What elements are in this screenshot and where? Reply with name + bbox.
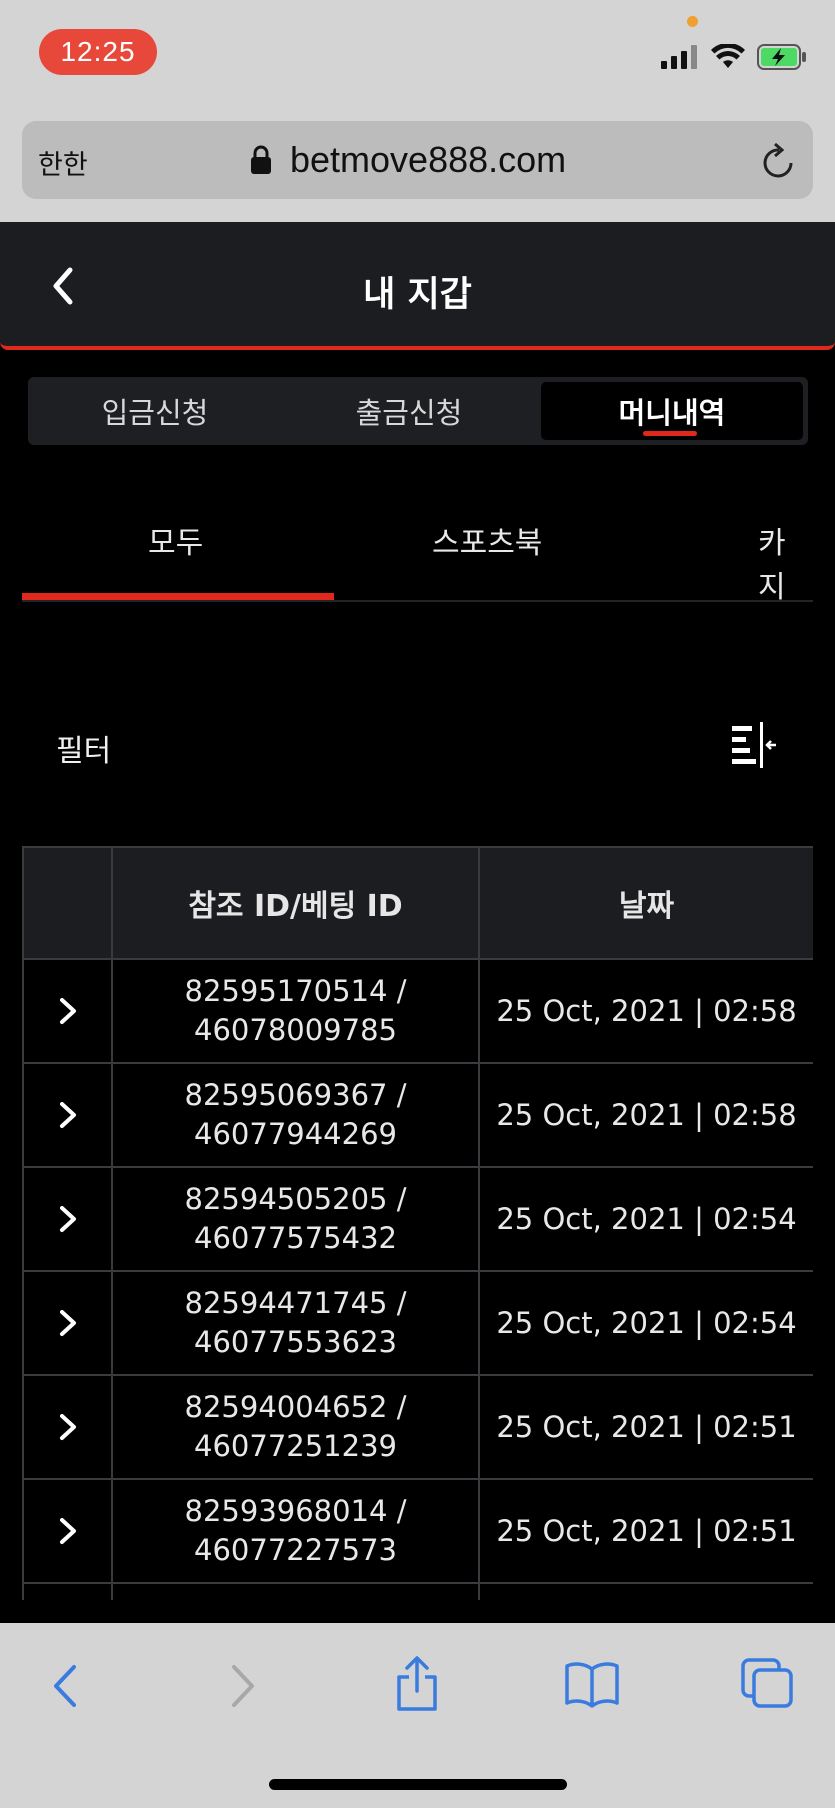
- column-header-expand: [22, 846, 113, 960]
- reference-id-cell: 82594471745 / 46077553623: [111, 1270, 480, 1376]
- segment-money-history[interactable]: 머니내역: [541, 382, 803, 440]
- table-row[interactable]: 82595170514 / 46078009785 25 Oct, 2021 | 0…: [22, 958, 813, 1064]
- tab-sportsbook[interactable]: 스포츠북: [432, 518, 542, 562]
- column-header-reference-id: 참조 ID/베팅 ID: [111, 846, 480, 960]
- chevron-right-icon[interactable]: [25, 1100, 110, 1130]
- lock-icon: [250, 145, 272, 179]
- battery-icon: [757, 44, 807, 74]
- chevron-right-icon[interactable]: [25, 1204, 110, 1234]
- row-expand-cell[interactable]: [22, 1270, 113, 1376]
- reference-id-cell: 82595069367 / 46077944269: [111, 1062, 480, 1168]
- row-expand-cell[interactable]: [22, 1374, 113, 1480]
- table-row[interactable]: 82594471745 / 46077553623 25 Oct, 2021 | 0…: [22, 1270, 813, 1376]
- url-text[interactable]: betmove888.com: [290, 139, 566, 181]
- table-row[interactable]: 82594505205 / 46077575432 25 Oct, 2021 | 0…: [22, 1166, 813, 1272]
- wallet-segment-control: 입금신청 출금신청 머니내역: [28, 377, 808, 445]
- reference-id-cell: 82595170514 / 46078009785: [111, 958, 480, 1064]
- bet-id: 46077944269: [194, 1117, 397, 1151]
- category-tabs: 모두 스포츠북 카지: [22, 490, 813, 602]
- forward-icon[interactable]: [226, 1661, 260, 1715]
- row-expand-cell[interactable]: [22, 958, 113, 1064]
- reference-id-cell: [111, 1582, 480, 1600]
- date-cell: 25 Oct, 2021 | 02:58: [478, 958, 813, 1064]
- column-header-date: 날짜: [478, 846, 813, 960]
- privacy-indicator-dot: [687, 16, 698, 27]
- row-expand-cell[interactable]: [22, 1582, 113, 1600]
- table-row[interactable]: 82595069367 / 46077944269 25 Oct, 2021 | 0…: [22, 1062, 813, 1168]
- filter-label: 필터: [56, 734, 112, 769]
- table-row[interactable]: 82593968014 / 46077227573 25 Oct, 2021 | 0…: [22, 1478, 813, 1584]
- date-cell: 25 Oct, 2021 | 02:54: [478, 1270, 813, 1376]
- table-row[interactable]: 82594004652 / 46077251239 25 Oct, 2021 | 0…: [22, 1374, 813, 1480]
- date-cell: [478, 1582, 813, 1600]
- signal-icon: [661, 45, 699, 73]
- reload-icon[interactable]: [761, 141, 797, 185]
- reference-id: 82593968014 /: [184, 1494, 407, 1528]
- tabs-icon[interactable]: [740, 1657, 794, 1713]
- bet-id: 46078009785: [194, 1013, 397, 1047]
- reference-id-cell: 82594505205 / 46077575432: [111, 1166, 480, 1272]
- row-expand-cell[interactable]: [22, 1062, 113, 1168]
- reference-id-cell: 82593968014 / 46077227573: [111, 1478, 480, 1584]
- reference-id: 82595170514 /: [184, 974, 407, 1008]
- segment-money-history-label: 머니내역: [618, 396, 726, 430]
- segment-active-underline: [643, 431, 697, 436]
- tab-active-indicator: [22, 593, 334, 600]
- bookmarks-icon[interactable]: [564, 1661, 620, 1713]
- bet-id: 46077553623: [194, 1325, 397, 1359]
- date-cell: 25 Oct, 2021 | 02:51: [478, 1374, 813, 1480]
- wifi-icon: [711, 42, 745, 74]
- filter-icon[interactable]: [730, 722, 778, 772]
- back-icon[interactable]: [48, 1661, 82, 1715]
- reference-id: 82594471745 /: [184, 1286, 407, 1320]
- chevron-right-icon[interactable]: [25, 996, 110, 1026]
- date-cell: 25 Oct, 2021 | 02:51: [478, 1478, 813, 1584]
- date-cell: 25 Oct, 2021 | 02:58: [478, 1062, 813, 1168]
- reference-id: 82595069367 /: [184, 1078, 407, 1112]
- bet-id: 46077251239: [194, 1429, 397, 1463]
- share-icon[interactable]: [393, 1655, 441, 1717]
- date-cell: 25 Oct, 2021 | 02:54: [478, 1166, 813, 1272]
- address-bar[interactable]: 한한 betmove888.com: [22, 121, 813, 199]
- reference-id: 82594505205 /: [184, 1182, 407, 1216]
- table-header-row: 참조 ID/베팅 ID 날짜: [22, 846, 813, 960]
- bet-id: 46077575432: [194, 1221, 397, 1255]
- chevron-right-icon[interactable]: [25, 1516, 110, 1546]
- segment-withdraw-request[interactable]: 출금신청: [282, 377, 536, 445]
- bet-id: 46077227573: [194, 1533, 397, 1567]
- status-icons: [661, 42, 807, 74]
- row-expand-cell[interactable]: [22, 1166, 113, 1272]
- reference-id: 82594004652 /: [184, 1390, 407, 1424]
- table-row[interactable]: [22, 1582, 813, 1600]
- home-indicator: [269, 1779, 567, 1790]
- tab-all[interactable]: 모두: [148, 518, 203, 562]
- money-history-table: 참조 ID/베팅 ID 날짜 82595170514 / 46078009785 2…: [22, 846, 813, 1600]
- page-title: 내 지갑: [363, 275, 472, 315]
- reader-settings-button[interactable]: 한한: [38, 143, 88, 182]
- browser-chrome: 12:25 한한 betmove888.com: [0, 0, 835, 222]
- chevron-right-icon[interactable]: [25, 1308, 110, 1338]
- chevron-right-icon[interactable]: [25, 1412, 110, 1442]
- tab-casino[interactable]: 카지: [758, 518, 813, 600]
- reference-id-cell: 82594004652 / 46077251239: [111, 1374, 480, 1480]
- status-time: 12:25: [39, 29, 157, 75]
- row-expand-cell[interactable]: [22, 1478, 113, 1584]
- segment-deposit-request[interactable]: 입금신청: [28, 377, 282, 445]
- app-header: 내 지갑: [0, 222, 835, 350]
